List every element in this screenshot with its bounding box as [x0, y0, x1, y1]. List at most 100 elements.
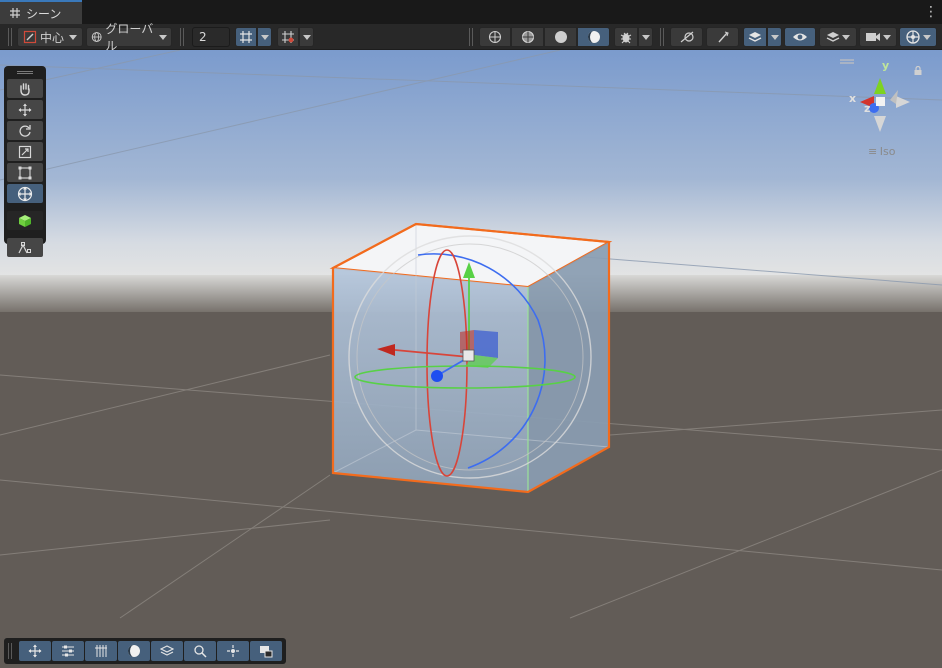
- grid-options-dropdown[interactable]: [257, 27, 272, 47]
- scene-toolbar: 中心 グローバル 2: [0, 22, 942, 53]
- gizmo-x-label: x: [849, 92, 857, 105]
- scene-fx-dropdown[interactable]: [767, 27, 782, 47]
- layers-icon: [826, 32, 840, 42]
- camera-overlay-icon: [260, 646, 273, 658]
- overlay-grip[interactable]: [8, 643, 12, 659]
- move-arrows-icon: [28, 644, 42, 658]
- toolbar-grip[interactable]: [180, 28, 184, 46]
- wireframe-shading-button[interactable]: [479, 27, 511, 47]
- green-cube-icon: [19, 214, 31, 227]
- transform-tool-button[interactable]: [7, 184, 43, 203]
- chevron-down-icon: [260, 34, 269, 40]
- rotate-icon: [19, 124, 31, 137]
- view-tool-button[interactable]: [7, 79, 43, 98]
- toolbar-grip[interactable]: [469, 28, 473, 46]
- scene-camera-dropdown[interactable]: [859, 27, 897, 47]
- space-mode-label: グローバル: [105, 22, 154, 53]
- menu-lines-icon: ≡: [868, 145, 877, 158]
- chevron-down-icon: [302, 34, 311, 40]
- palette-grip[interactable]: [17, 71, 33, 74]
- grid-snap-dropdown[interactable]: [299, 27, 314, 47]
- rotate-tool-button[interactable]: [7, 121, 43, 140]
- lighting-overlay-button[interactable]: [118, 641, 150, 661]
- toolbar-grip[interactable]: [8, 28, 12, 46]
- scene-visibility-button[interactable]: [784, 27, 816, 47]
- search-overlay-button[interactable]: [184, 641, 216, 661]
- component-tool-button[interactable]: [7, 238, 43, 257]
- shaded-wireframe-button[interactable]: [511, 27, 544, 47]
- layers-outline-icon: [160, 645, 174, 656]
- grid-size-field[interactable]: 2: [192, 27, 230, 47]
- layers-dropdown[interactable]: [819, 27, 857, 47]
- move-xy-plane-handle[interactable]: [474, 330, 498, 358]
- layers-overlay-button[interactable]: [151, 641, 183, 661]
- grid-overlay-button[interactable]: [85, 641, 117, 661]
- overlay-toolbar: [4, 638, 286, 664]
- chevron-down-icon: [69, 34, 77, 40]
- move-overlay-button[interactable]: [19, 641, 51, 661]
- move-z-handle[interactable]: [431, 370, 443, 382]
- chevron-down-icon: [159, 34, 167, 40]
- component-tools-icon: [18, 241, 31, 253]
- lock-icon[interactable]: [914, 66, 922, 75]
- lit-shaded-button[interactable]: [577, 27, 610, 47]
- scene-fx-button[interactable]: [743, 27, 767, 47]
- snap-overlay-button[interactable]: [217, 641, 249, 661]
- pivot-mode-dropdown[interactable]: 中心: [17, 27, 83, 47]
- projection-toggle[interactable]: ≡ Iso: [868, 145, 895, 158]
- hand-icon: [20, 82, 30, 96]
- move-tool-button[interactable]: [7, 100, 43, 119]
- gizmos-dropdown[interactable]: [899, 27, 937, 47]
- 2d-mode-icon: [680, 31, 694, 43]
- lighting-off-icon: [717, 31, 729, 43]
- search-icon: [194, 645, 207, 658]
- uniform-scale-handle[interactable]: [462, 349, 475, 362]
- lit-sphere-icon: [128, 645, 140, 657]
- scale-icon: [18, 145, 32, 158]
- scene-viewport[interactable]: [0, 50, 942, 668]
- pivot-mode-label: 中心: [39, 30, 64, 45]
- kebab-menu-icon[interactable]: ⋮: [924, 4, 938, 20]
- rect-tool-button[interactable]: [7, 163, 43, 182]
- scene-lighting-toggle-button[interactable]: [706, 27, 739, 47]
- tab-scene[interactable]: シーン: [0, 0, 82, 24]
- chevron-down-icon: [923, 34, 931, 40]
- custom-editor-tool-button[interactable]: [7, 211, 43, 230]
- gizmo-y-label: y: [882, 59, 890, 72]
- debug-draw-mode-button[interactable]: [614, 27, 638, 47]
- rect-transform-icon: [18, 166, 32, 179]
- projection-label: Iso: [879, 145, 896, 158]
- sliders-icon: [62, 645, 74, 657]
- chevron-down-icon: [883, 34, 891, 40]
- shaded-button[interactable]: [544, 27, 577, 47]
- bug-icon: [620, 32, 632, 44]
- toolbar-grip[interactable]: [660, 28, 664, 46]
- grid-icon: [240, 31, 252, 43]
- camera-overlay-button[interactable]: [250, 641, 282, 661]
- tab-scene-label: シーン: [26, 6, 62, 21]
- globe-icon: [91, 32, 102, 42]
- gizmo-globe-icon: [906, 30, 920, 44]
- lit-sphere-icon: [587, 31, 600, 43]
- eye-icon: [793, 33, 807, 41]
- space-mode-dropdown[interactable]: グローバル: [86, 22, 172, 53]
- chevron-down-icon: [842, 34, 850, 40]
- grid-hash-icon: [10, 8, 20, 18]
- layers-stack-icon: [748, 32, 762, 42]
- grid-snap-button[interactable]: [277, 27, 299, 47]
- pivot-center-icon: [23, 30, 37, 44]
- shaded-sphere-icon: [554, 31, 567, 43]
- grid-hatch-icon: [95, 645, 107, 657]
- snap-dots-icon: [227, 645, 239, 657]
- tool-settings-button[interactable]: [52, 641, 84, 661]
- chevron-down-icon: [641, 34, 650, 40]
- transform-icon: [17, 186, 33, 201]
- scene-canvas: [0, 50, 942, 668]
- scale-tool-button[interactable]: [7, 142, 43, 161]
- debug-draw-mode-dropdown[interactable]: [638, 27, 653, 47]
- grid-visibility-button[interactable]: [235, 27, 257, 47]
- tool-palette: [4, 66, 46, 257]
- grid-snap-icon: [282, 31, 294, 43]
- chevron-down-icon: [770, 34, 779, 40]
- 2d-toggle-button[interactable]: [670, 27, 703, 47]
